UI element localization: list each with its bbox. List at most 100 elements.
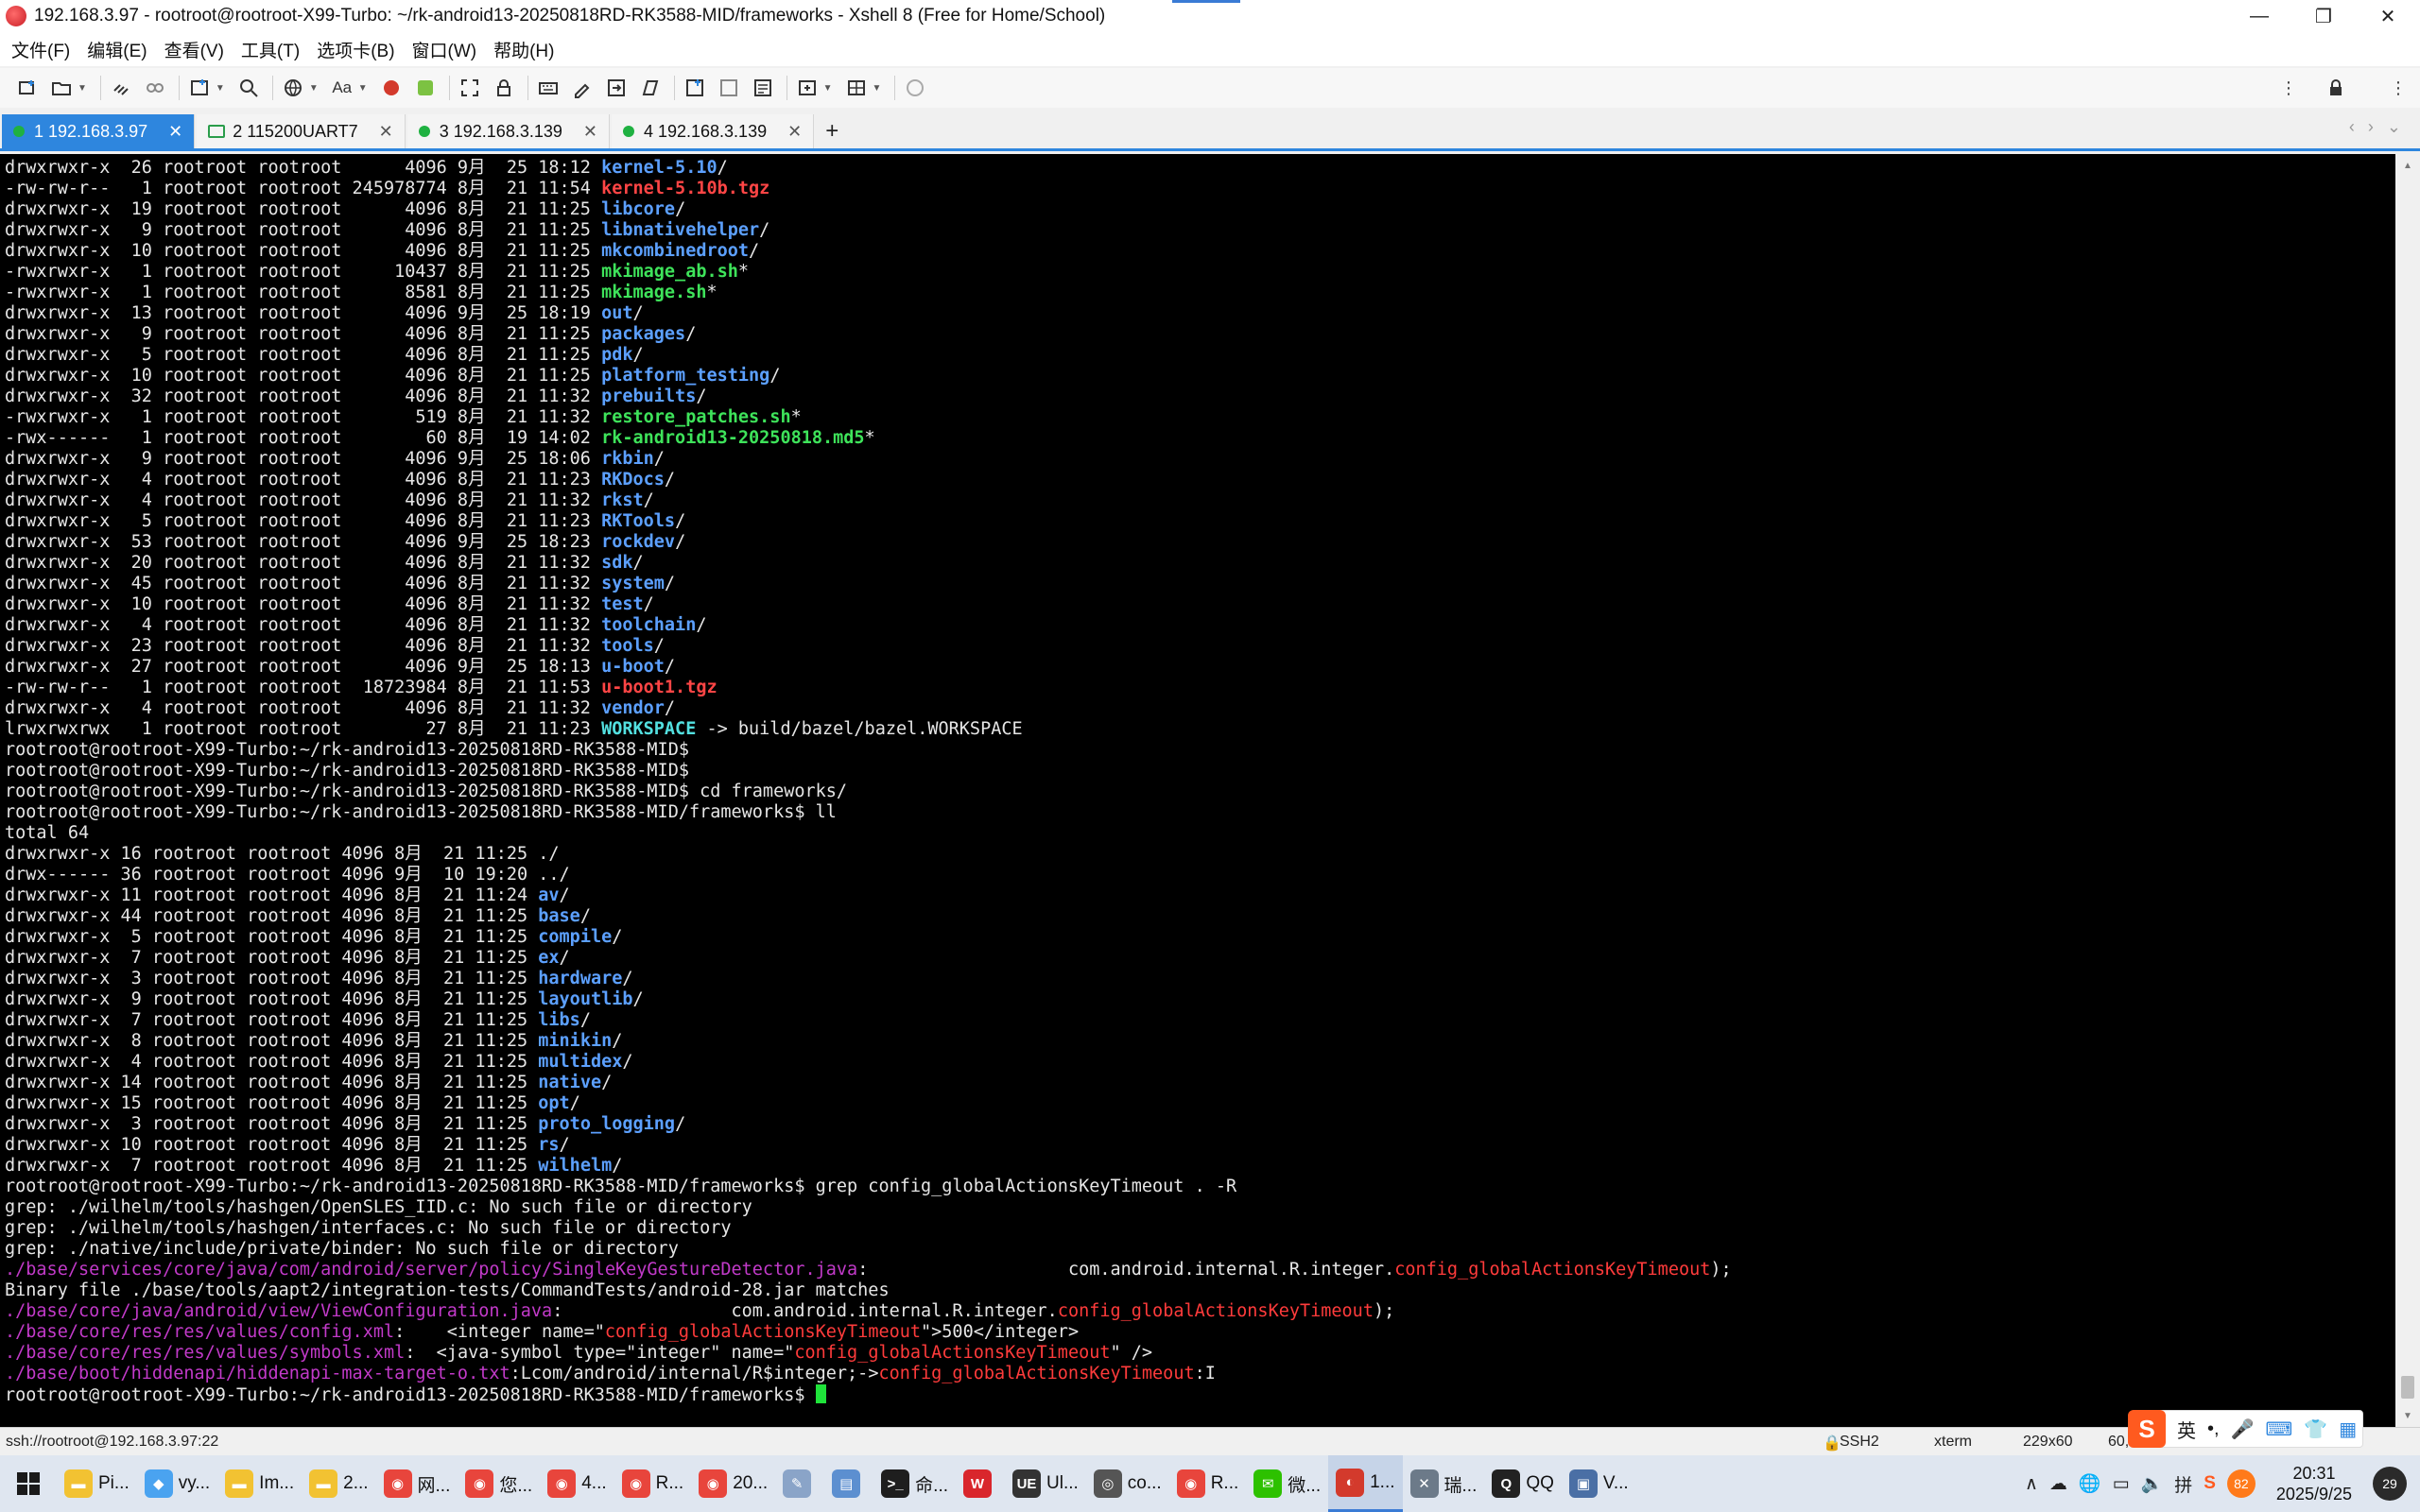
ime-language-toggle[interactable]: 英 [2177, 1416, 2196, 1443]
open-folder-icon[interactable] [49, 76, 74, 100]
new-session-icon[interactable] [15, 76, 40, 100]
ime-keyboard-icon[interactable]: ⌨ [2265, 1418, 2292, 1441]
taskbar-app[interactable]: ▬ 2... [302, 1455, 375, 1512]
menu-edit[interactable]: 编辑(E) [87, 37, 147, 62]
keyboard-icon[interactable] [536, 76, 561, 100]
lock-toolbar-icon[interactable] [2324, 76, 2348, 100]
terminal-view[interactable]: drwxrwxr-x 26 rootroot rootroot 4096 9月 … [0, 154, 2395, 1427]
globe-icon[interactable] [281, 76, 305, 100]
taskbar-app[interactable]: ◐ 1... [1328, 1455, 1403, 1512]
taskbar-app[interactable]: ✕ 瑞... [1403, 1455, 1485, 1512]
add-tab-group-icon[interactable] [795, 76, 820, 100]
open-dropdown-icon[interactable]: ▼ [78, 83, 87, 94]
ime-menu-icon[interactable]: ▦ [2339, 1418, 2357, 1441]
tray-overflow-icon[interactable]: ∧ [2025, 1473, 2038, 1495]
disconnect-icon[interactable] [143, 76, 167, 100]
notification-center-icon[interactable]: 29 [2373, 1467, 2407, 1501]
sogou-tray-icon[interactable]: S [2204, 1473, 2216, 1494]
transfer-icon[interactable] [604, 76, 629, 100]
xftp-icon[interactable] [413, 76, 438, 100]
terminal-scrollbar[interactable]: ▲ ▼ [2395, 154, 2420, 1427]
tab-session-4[interactable]: 4 192.168.3.139 ✕ [611, 114, 815, 148]
taskbar-app[interactable]: Q QQ [1484, 1455, 1562, 1512]
taskbar-app[interactable]: ▣ V... [1562, 1455, 1636, 1512]
xshell-icon[interactable] [379, 76, 404, 100]
ime-voice-icon[interactable]: 🎤 [2231, 1418, 2255, 1441]
menu-file[interactable]: 文件(F) [11, 37, 70, 62]
taskbar-app[interactable]: ▤ [824, 1455, 873, 1512]
new-window-dropdown-icon[interactable]: ▼ [216, 83, 225, 94]
taskbar-app[interactable]: ▬ Pi... [57, 1455, 137, 1512]
toolbar-options-icon[interactable]: ⋮ [2386, 76, 2411, 100]
close-button[interactable]: ✕ [2356, 0, 2420, 32]
taskbar-app[interactable]: ✎ [775, 1455, 824, 1512]
toolbar-separator [786, 76, 787, 100]
maximize-button[interactable]: ❐ [2291, 0, 2356, 32]
menu-tools[interactable]: 工具(T) [241, 37, 300, 62]
scroll-down-icon[interactable]: ▼ [2395, 1404, 2420, 1427]
taskbar-app[interactable]: ▬ Im... [217, 1455, 302, 1512]
new-tab-button[interactable]: + [825, 114, 838, 148]
tab-session-1[interactable]: 1 192.168.3.97 ✕ [2, 114, 196, 148]
chat-icon[interactable] [903, 76, 927, 100]
macro-icon[interactable] [638, 76, 663, 100]
volume-icon[interactable]: 🔈 [2141, 1472, 2164, 1495]
log-icon[interactable] [751, 76, 775, 100]
minimize-button[interactable]: — [2227, 0, 2291, 32]
tray-badge-icon[interactable]: 82 [2226, 1469, 2256, 1498]
tray-cloud-icon[interactable]: ☁ [2049, 1473, 2067, 1495]
tab-next-icon[interactable]: › [2368, 117, 2374, 137]
taskbar-app[interactable]: ◉ R... [1169, 1455, 1247, 1512]
menu-help[interactable]: 帮助(H) [493, 37, 554, 62]
taskbar-app[interactable]: ◉ 您... [458, 1455, 540, 1512]
script-icon[interactable] [570, 76, 595, 100]
menu-window[interactable]: 窗口(W) [412, 37, 477, 62]
close-tab-icon[interactable]: ✕ [379, 122, 393, 142]
taskbar-app[interactable]: ◉ 20... [691, 1455, 775, 1512]
highlight-icon[interactable] [717, 76, 741, 100]
tab-session-2[interactable]: 2 115200UART7 ✕ [197, 114, 406, 148]
taskbar-app[interactable]: ✉ 微... [1246, 1455, 1328, 1512]
layout-dropdown-icon[interactable]: ▼ [873, 83, 882, 94]
close-tab-icon[interactable]: ✕ [583, 122, 597, 142]
scroll-up-icon[interactable]: ▲ [2395, 154, 2420, 177]
taskbar-app[interactable]: ◎ co... [1086, 1455, 1169, 1512]
network-globe-icon[interactable]: 🌐 [2079, 1472, 2101, 1495]
taskbar-app[interactable]: ◉ 4... [540, 1455, 614, 1512]
taskbar-app[interactable]: W [956, 1455, 1005, 1512]
tab-list-icon[interactable]: ⌄ [2387, 117, 2401, 137]
terminal-path-text: ./base/boot/hiddenapi/hiddenapi-max-targ… [5, 1364, 510, 1383]
scrollbar-thumb[interactable] [2401, 1376, 2414, 1399]
taskbar-app[interactable]: UE Ul... [1005, 1455, 1086, 1512]
ime-tray-icon[interactable]: 拼 [2174, 1471, 2192, 1497]
start-button[interactable] [0, 1455, 57, 1512]
connect-icon[interactable] [109, 76, 133, 100]
font-icon[interactable]: Aa [330, 76, 354, 100]
taskbar-app[interactable]: ◉ R... [614, 1455, 692, 1512]
sogou-ime-icon[interactable]: S [2128, 1410, 2166, 1448]
lock-icon[interactable] [492, 76, 516, 100]
system-clock[interactable]: 20:31 2025/9/25 [2276, 1463, 2352, 1504]
taskbar-app[interactable]: ◆ vy... [137, 1455, 217, 1512]
layout-icon[interactable] [844, 76, 869, 100]
more-options-icon[interactable]: ⋮ [2276, 76, 2301, 100]
close-tab-icon[interactable]: ✕ [168, 122, 182, 142]
new-window-icon[interactable] [187, 76, 212, 100]
battery-icon[interactable]: ▭ [2113, 1473, 2130, 1495]
fullscreen-icon[interactable] [458, 76, 482, 100]
encoding-dropdown-icon[interactable]: ▼ [309, 83, 319, 94]
menu-view[interactable]: 查看(V) [164, 37, 224, 62]
tab-prev-icon[interactable]: ‹ [2349, 117, 2355, 137]
terminal-line: rootroot@rootroot-X99-Turbo:~/rk-android… [5, 782, 1732, 802]
compose-icon[interactable] [683, 76, 707, 100]
font-dropdown-icon[interactable]: ▼ [358, 83, 368, 94]
tab-group-dropdown-icon[interactable]: ▼ [823, 83, 833, 94]
menu-tab[interactable]: 选项卡(B) [317, 37, 394, 62]
ime-skin-icon[interactable]: 👕 [2304, 1418, 2327, 1441]
ime-punctuation-icon[interactable]: •, [2207, 1418, 2220, 1440]
taskbar-app[interactable]: >_ 命... [873, 1455, 956, 1512]
close-tab-icon[interactable]: ✕ [787, 122, 802, 142]
taskbar-app[interactable]: ◉ 网... [376, 1455, 458, 1512]
tab-session-3[interactable]: 3 192.168.3.139 ✕ [406, 114, 610, 148]
search-icon[interactable] [236, 76, 261, 100]
